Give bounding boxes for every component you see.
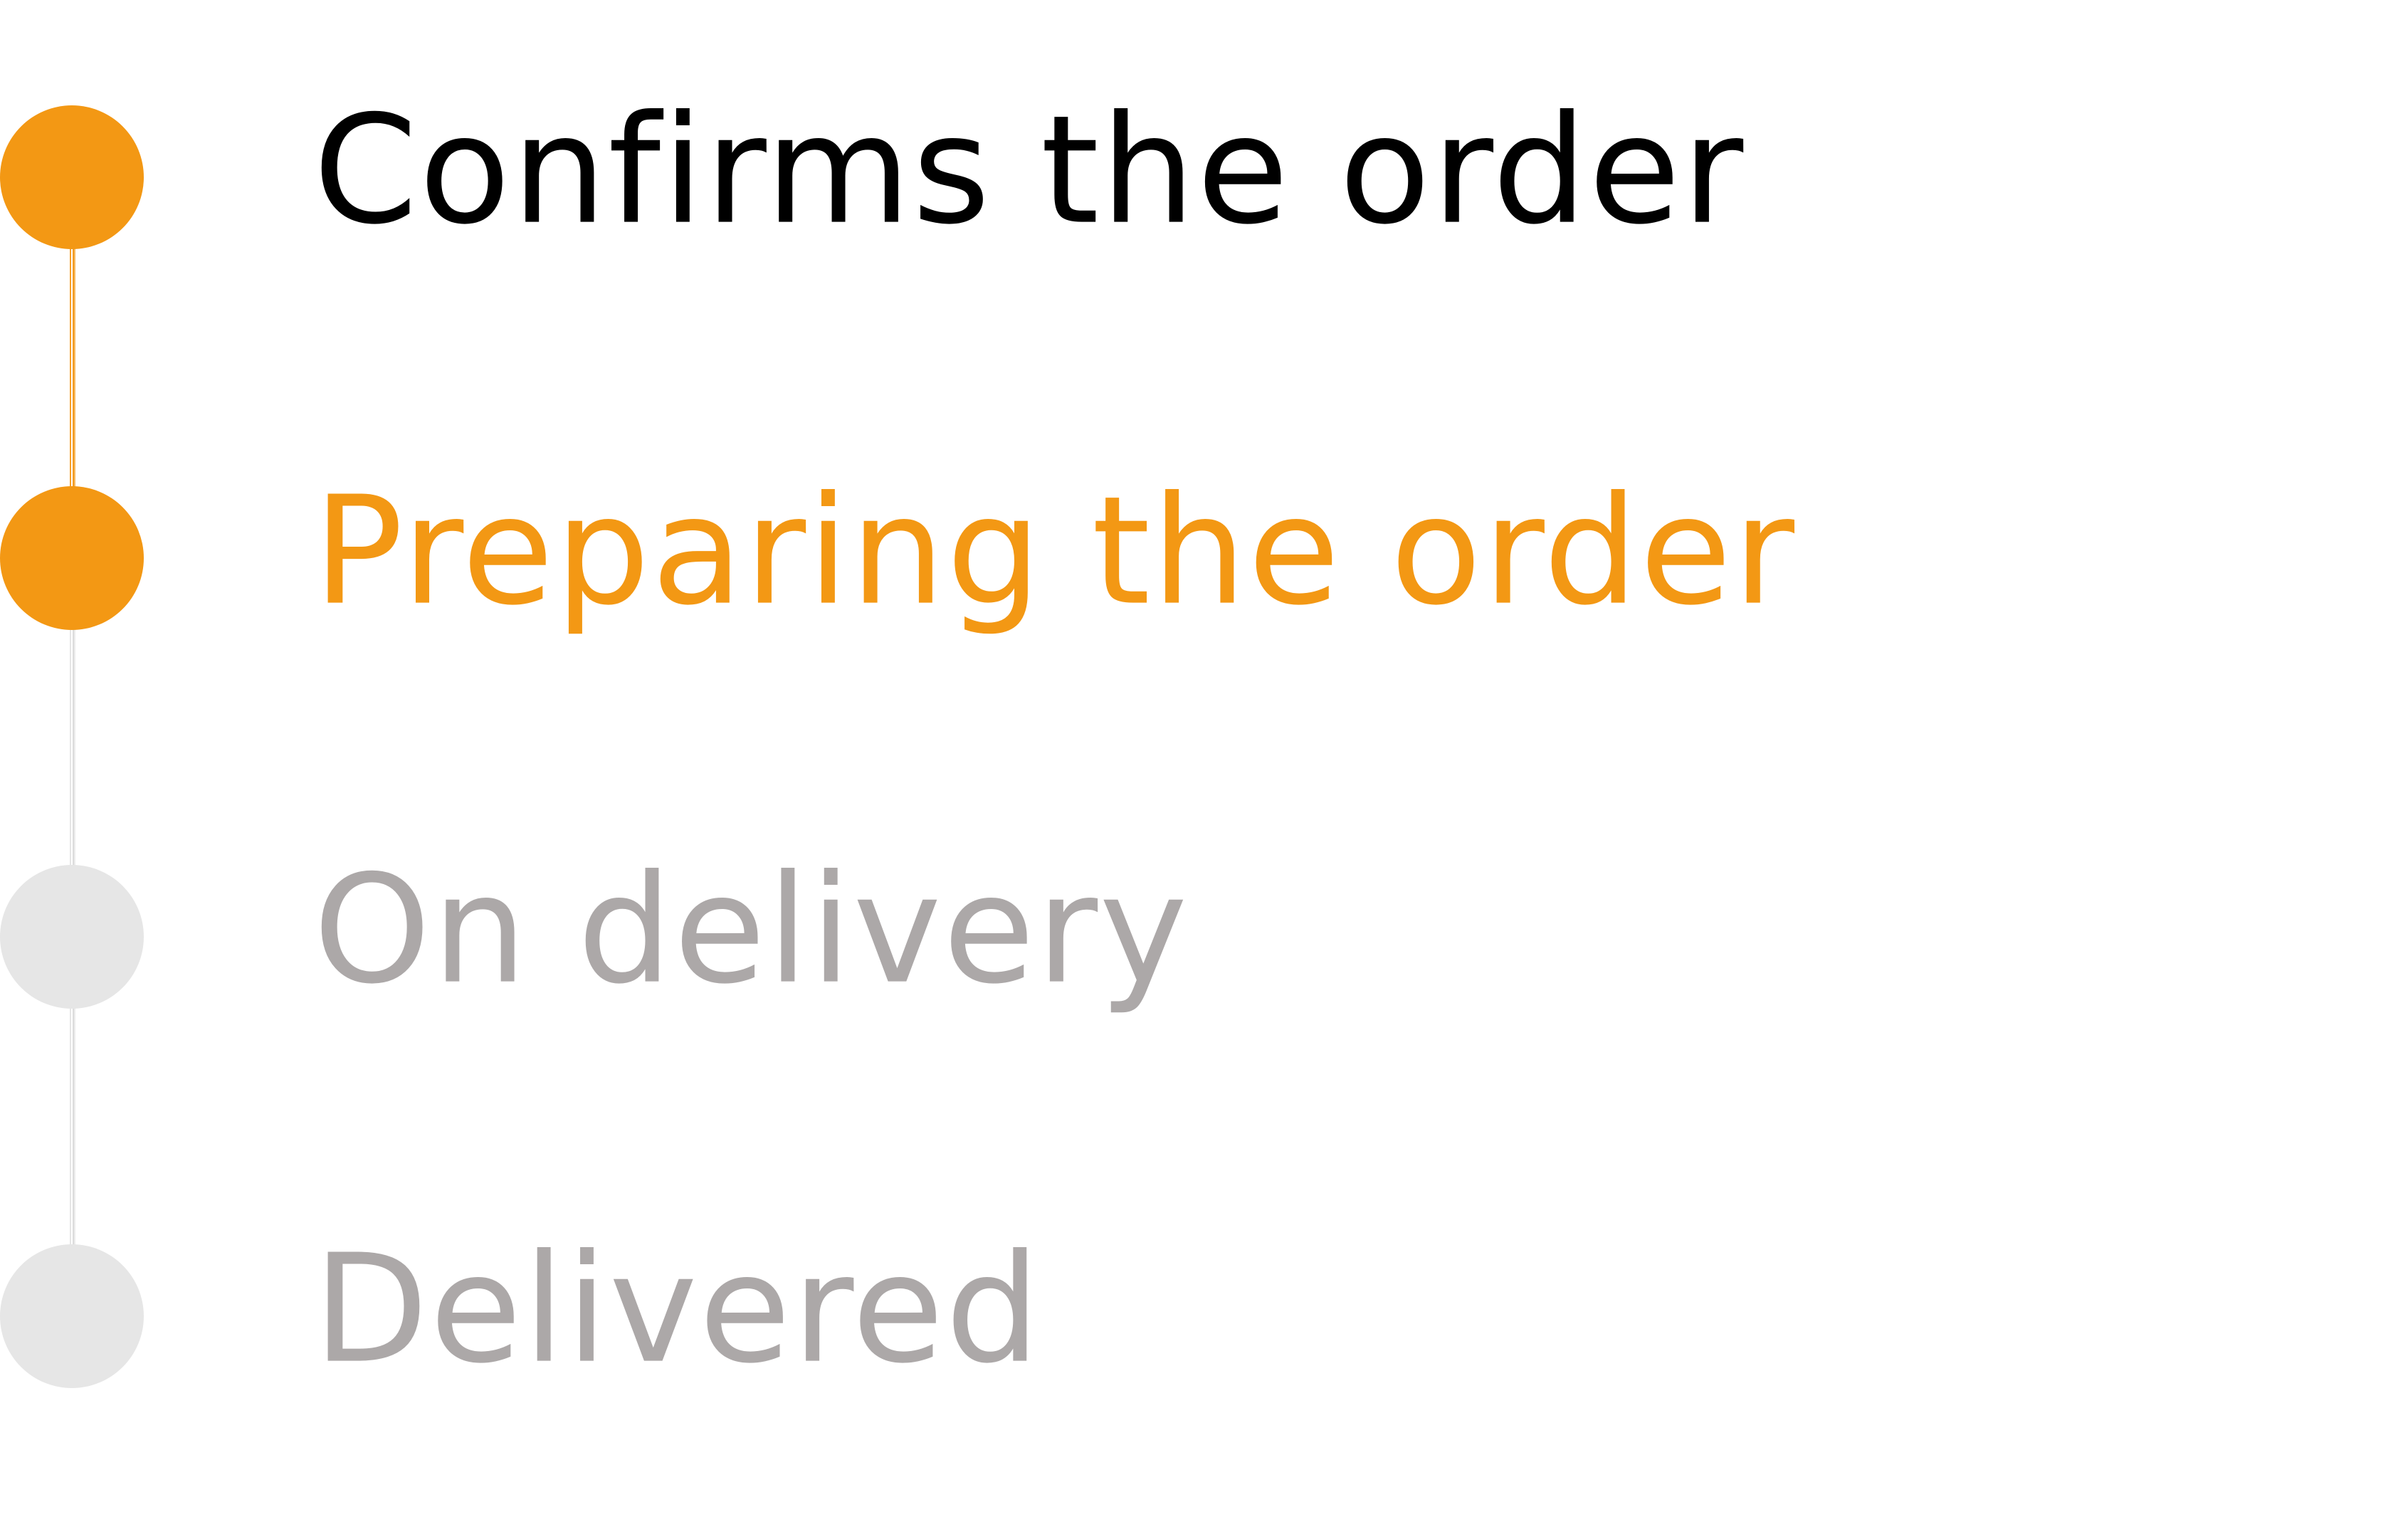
step-label: Confirms the order (313, 83, 1745, 258)
connector-line (70, 1000, 75, 1264)
step-indicator-dot (0, 1244, 144, 1388)
step-label: Delivered (313, 1222, 1042, 1397)
step-label: Preparing the order (313, 463, 1797, 639)
order-status-stepper: Confirms the order Preparing the order O… (0, 0, 2408, 1539)
step-preparing-the-order: Preparing the order (0, 476, 2408, 630)
connector-line (70, 619, 75, 883)
step-label: On delivery (313, 842, 1189, 1017)
step-indicator-dot (0, 105, 144, 249)
connector-line (70, 235, 75, 498)
step-indicator-dot (0, 865, 144, 1009)
step-confirms-the-order: Confirms the order (0, 95, 2408, 249)
step-on-delivery: On delivery (0, 855, 2408, 1009)
step-indicator-dot (0, 486, 144, 630)
step-delivered: Delivered (0, 1234, 2408, 1388)
